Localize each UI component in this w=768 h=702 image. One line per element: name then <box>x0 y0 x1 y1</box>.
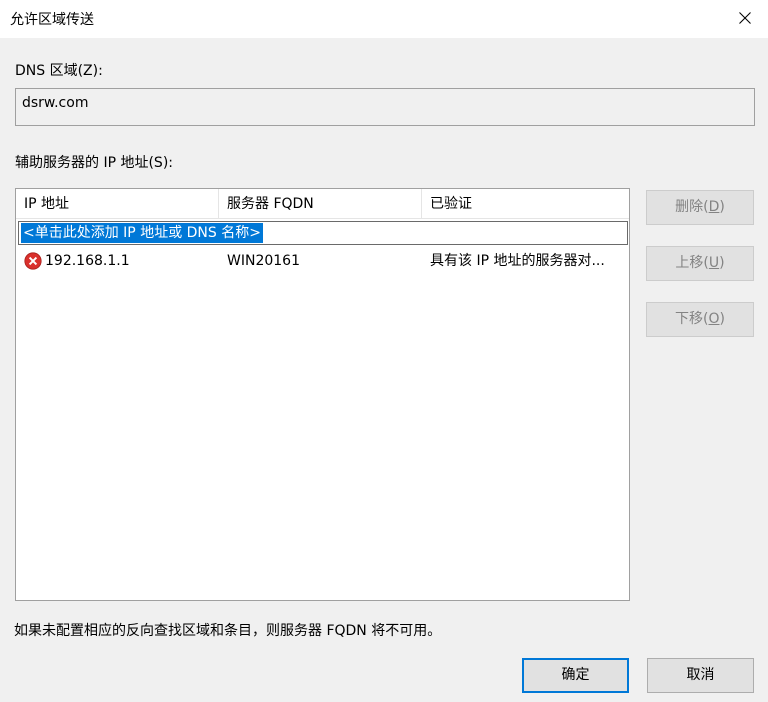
table-row[interactable]: 192.168.1.1 WIN20161 具有该 IP 地址的服务器对... <box>16 249 629 273</box>
column-header-fqdn[interactable]: 服务器 FQDN <box>219 189 422 219</box>
row-fqdn: WIN20161 <box>227 253 300 269</box>
move-down-button[interactable]: 下移(O) <box>646 302 754 337</box>
row-verified: 具有该 IP 地址的服务器对... <box>430 253 605 269</box>
server-list[interactable]: IP 地址 服务器 FQDN 已验证 <单击此处添加 IP 地址或 DNS 名称… <box>15 188 630 601</box>
list-header: IP 地址 服务器 FQDN 已验证 <box>16 189 629 219</box>
ok-button[interactable]: 确定 <box>522 658 629 693</box>
title-bar: 允许区域传送 <box>0 0 768 38</box>
delete-button[interactable]: 删除(D) <box>646 190 754 225</box>
row-ip: 192.168.1.1 <box>45 253 130 269</box>
dns-zone-field[interactable]: dsrw.com <box>15 88 755 126</box>
column-header-ip[interactable]: IP 地址 <box>16 189 219 219</box>
add-server-placeholder[interactable]: <单击此处添加 IP 地址或 DNS 名称> <box>21 223 263 243</box>
fqdn-note: 如果未配置相应的反向查找区域和条目，则服务器 FQDN 将不可用。 <box>14 623 442 639</box>
close-button[interactable] <box>722 0 768 36</box>
close-icon <box>739 12 751 24</box>
column-header-verified[interactable]: 已验证 <box>422 189 629 219</box>
error-icon <box>24 252 42 270</box>
move-up-button[interactable]: 上移(U) <box>646 246 754 281</box>
secondary-servers-label: 辅助服务器的 IP 地址(S): <box>15 155 173 171</box>
cancel-button[interactable]: 取消 <box>647 658 754 693</box>
window-title: 允许区域传送 <box>10 12 94 28</box>
dns-zone-label: DNS 区域(Z): <box>15 63 103 79</box>
add-server-row[interactable]: <单击此处添加 IP 地址或 DNS 名称> <box>18 221 628 245</box>
